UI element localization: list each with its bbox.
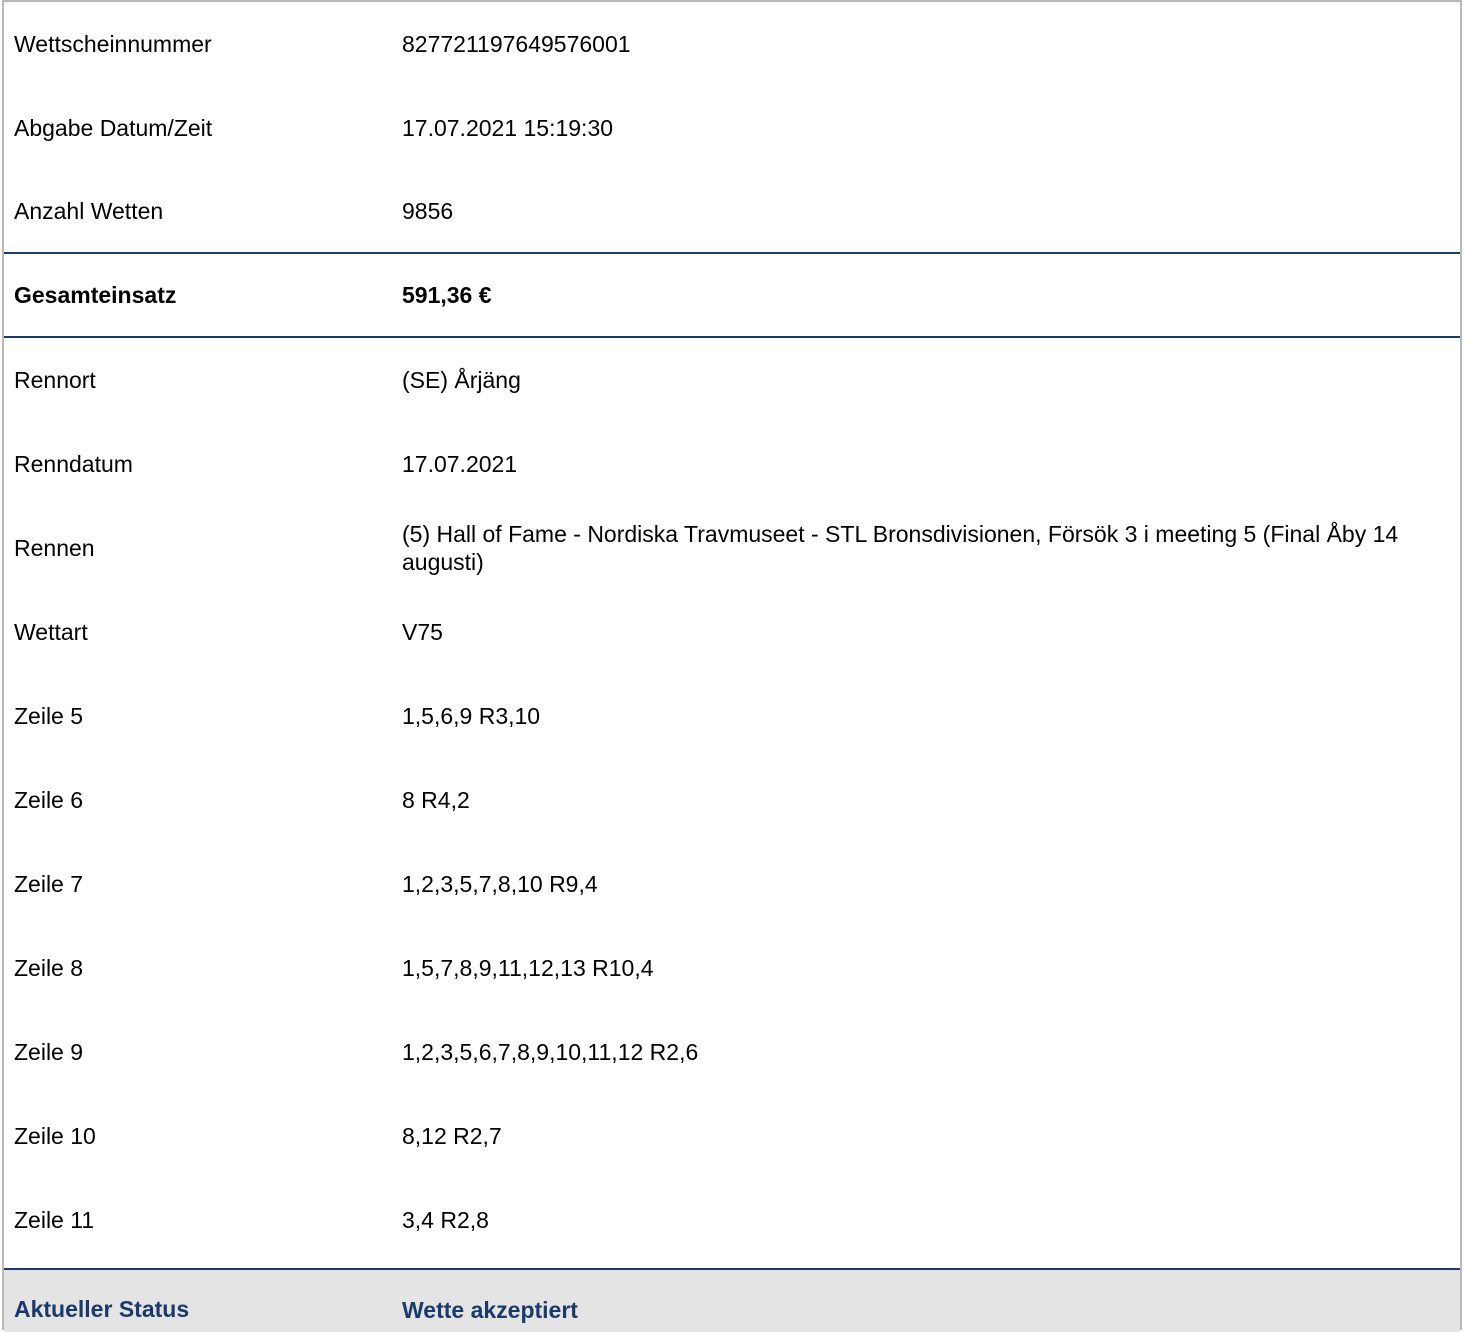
bet-count-value: 9856 — [402, 198, 454, 224]
current-status-label: Aktueller Status — [14, 1296, 190, 1322]
line-label: Zeile 11 — [14, 1206, 95, 1233]
line-row: Zeile 8 1,5,7,8,9,11,12,13 R10,4 — [4, 926, 1460, 1010]
line-row: Zeile 7 1,2,3,5,7,8,10 R9,4 — [4, 842, 1460, 926]
total-stake-row: Gesamteinsatz 591,36 € — [4, 254, 1460, 338]
line-label: Zeile 10 — [14, 1122, 96, 1149]
line-row: Zeile 9 1,2,3,5,6,7,8,9,10,11,12 R2,6 — [4, 1010, 1460, 1094]
line-row: Zeile 11 3,4 R2,8 — [4, 1178, 1460, 1262]
line-value: 1,5,7,8,9,11,12,13 R10,4 — [402, 955, 654, 981]
bet-type-value: V75 — [402, 619, 443, 645]
bet-count-label: Anzahl Wetten — [14, 197, 164, 224]
bet-type-label: Wettart — [14, 618, 88, 645]
bet-ticket-details: Wettscheinnummer 827721197649576001 Abga… — [2, 0, 1462, 1332]
line-value: 8,12 R2,7 — [402, 1123, 502, 1149]
current-status-value: Wette akzeptiert — [402, 1297, 578, 1323]
race-date-value: 17.07.2021 — [402, 451, 518, 477]
line-label: Zeile 8 — [14, 954, 84, 981]
line-value: 1,2,3,5,7,8,10 R9,4 — [402, 871, 598, 897]
line-label: Zeile 7 — [14, 870, 84, 897]
line-label: Zeile 6 — [14, 786, 84, 813]
line-value: 1,2,3,5,6,7,8,9,10,11,12 R2,6 — [402, 1039, 699, 1065]
venue-row: Rennort (SE) Årjäng — [4, 338, 1460, 422]
ticket-number-value: 827721197649576001 — [402, 31, 631, 57]
line-row: Zeile 10 8,12 R2,7 — [4, 1094, 1460, 1178]
race-date-label: Renndatum — [14, 450, 133, 477]
line-row: Zeile 6 8 R4,2 — [4, 758, 1460, 842]
bet-count-row: Anzahl Wetten 9856 — [4, 170, 1460, 254]
ticket-number-label: Wettscheinnummer — [14, 30, 212, 57]
line-value: 1,5,6,9 R3,10 — [402, 703, 541, 729]
line-value: 3,4 R2,8 — [402, 1207, 489, 1233]
race-row: Rennen (5) Hall of Fame - Nordiska Travm… — [4, 506, 1460, 590]
bet-type-row: Wettart V75 — [4, 590, 1460, 674]
current-status-row: Aktueller Status Wette akzeptiert — [4, 1268, 1460, 1332]
line-label: Zeile 9 — [14, 1038, 84, 1065]
ticket-number-row: Wettscheinnummer 827721197649576001 — [4, 2, 1460, 86]
race-value: (5) Hall of Fame - Nordiska Travmuseet -… — [402, 521, 1399, 575]
line-label: Zeile 5 — [14, 702, 84, 729]
submission-date-value: 17.07.2021 15:19:30 — [402, 115, 614, 141]
submission-date-label: Abgabe Datum/Zeit — [14, 114, 213, 141]
venue-value: (SE) Årjäng — [402, 367, 521, 393]
race-label: Rennen — [14, 534, 95, 561]
line-row: Zeile 5 1,5,6,9 R3,10 — [4, 674, 1460, 758]
total-stake-value: 591,36 € — [402, 282, 492, 308]
total-stake-label: Gesamteinsatz — [14, 281, 177, 308]
venue-label: Rennort — [14, 366, 96, 393]
race-date-row: Renndatum 17.07.2021 — [4, 422, 1460, 506]
submission-date-row: Abgabe Datum/Zeit 17.07.2021 15:19:30 — [4, 86, 1460, 170]
line-value: 8 R4,2 — [402, 787, 470, 813]
